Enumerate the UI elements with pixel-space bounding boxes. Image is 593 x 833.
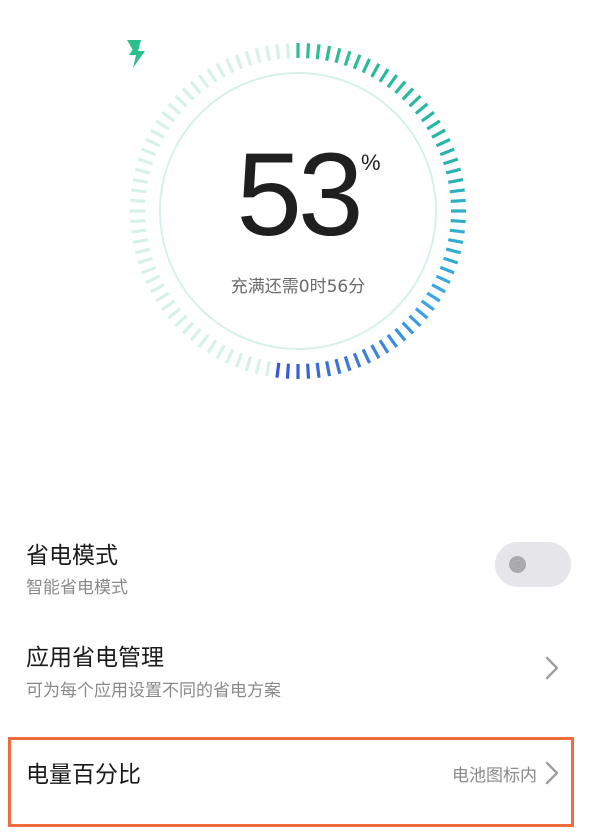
- ring-tick-filled: [378, 68, 390, 83]
- ring-tick-filled: [420, 110, 435, 123]
- ring-tick-empty: [161, 299, 176, 312]
- ring-tick-filled: [370, 63, 381, 78]
- charge-time-text: 充满还需0时56分: [230, 277, 366, 297]
- ring-tick-empty: [181, 321, 195, 335]
- ring-tick-filled: [401, 87, 415, 101]
- ring-tick-empty: [244, 356, 253, 372]
- ring-tick-filled: [361, 58, 371, 74]
- app-power-management-title: 应用省电管理: [26, 645, 164, 671]
- battery-percent-value: 53: [236, 129, 363, 261]
- ring-tick-filled: [408, 94, 422, 108]
- ring-tick-empty: [189, 327, 202, 342]
- ring-tick-filled: [352, 352, 362, 368]
- ring-tick-filled: [414, 307, 429, 320]
- power-saving-toggle[interactable]: [495, 542, 571, 587]
- app-power-management-row[interactable]: 应用省电管理 可为每个应用设置不同的省电方案: [0, 632, 593, 712]
- power-saving-title: 省电模式: [26, 543, 118, 569]
- ring-tick-filled: [420, 299, 435, 312]
- ring-tick-empty: [161, 110, 176, 123]
- ring-tick-empty: [155, 119, 170, 131]
- ring-tick-empty: [254, 47, 262, 64]
- toggle-knob: [509, 556, 526, 573]
- ring-tick-filled: [352, 54, 362, 70]
- ring-tick-empty: [234, 54, 244, 70]
- battery-gauge: 53 % 充满还需0时56分: [127, 40, 469, 382]
- battery-percentage-highlight: [8, 737, 574, 827]
- ring-tick-filled: [315, 362, 321, 378]
- battery-percent-sign: %: [361, 150, 381, 175]
- ring-tick-empty: [206, 68, 218, 83]
- ring-tick-empty: [206, 339, 218, 354]
- ring-tick-empty: [181, 87, 195, 101]
- ring-tick-filled: [370, 344, 381, 359]
- ring-tick-empty: [285, 43, 290, 59]
- ring-tick-empty: [174, 314, 188, 328]
- ring-tick-empty: [197, 333, 210, 348]
- ring-tick-empty: [215, 344, 226, 359]
- ring-tick-filled: [334, 47, 342, 64]
- ring-tick-filled: [386, 333, 399, 348]
- ring-tick-empty: [225, 348, 235, 364]
- ring-tick-filled: [285, 363, 290, 379]
- ring-tick-empty: [264, 360, 271, 377]
- ring-tick-filled: [325, 360, 332, 377]
- ring-tick-filled: [334, 358, 342, 375]
- ring-tick-filled: [378, 339, 390, 354]
- ring-tick-filled: [306, 43, 311, 59]
- ring-tick-empty: [264, 45, 271, 62]
- ring-tick-filled: [343, 50, 352, 66]
- ring-tick-filled: [325, 45, 332, 62]
- ring-tick-filled: [414, 102, 429, 115]
- ring-tick-filled: [306, 363, 311, 379]
- ring-tick-filled: [408, 314, 422, 328]
- triangle-marker-icon: [127, 40, 141, 52]
- ring-tick-empty: [197, 74, 210, 89]
- ring-tick-empty: [225, 58, 235, 74]
- ring-tick-filled: [275, 362, 281, 378]
- ring-tick-filled: [394, 80, 407, 95]
- ring-tick-empty: [137, 256, 153, 265]
- ring-tick-empty: [189, 80, 202, 95]
- ring-tick-filled: [426, 119, 441, 131]
- ring-tick-filled: [386, 74, 399, 89]
- ring-tick-empty: [167, 307, 182, 320]
- ring-tick-empty: [254, 358, 262, 375]
- ring-tick-filled: [443, 256, 459, 265]
- chevron-right-icon: [545, 656, 559, 680]
- ring-tick-empty: [215, 63, 226, 78]
- ring-tick-empty: [275, 44, 281, 60]
- power-saving-subtitle: 智能省电模式: [26, 578, 128, 598]
- app-power-management-subtitle: 可为每个应用设置不同的省电方案: [26, 681, 281, 701]
- ring-tick-empty: [244, 50, 253, 66]
- ring-tick-empty: [174, 94, 188, 108]
- ring-tick-filled: [361, 348, 371, 364]
- ring-tick-filled: [343, 356, 352, 372]
- ring-tick-filled: [401, 321, 415, 335]
- ring-tick-filled: [315, 44, 321, 60]
- ring-tick-empty: [167, 102, 182, 115]
- ring-tick-filled: [394, 327, 407, 342]
- ring-tick-empty: [234, 352, 244, 368]
